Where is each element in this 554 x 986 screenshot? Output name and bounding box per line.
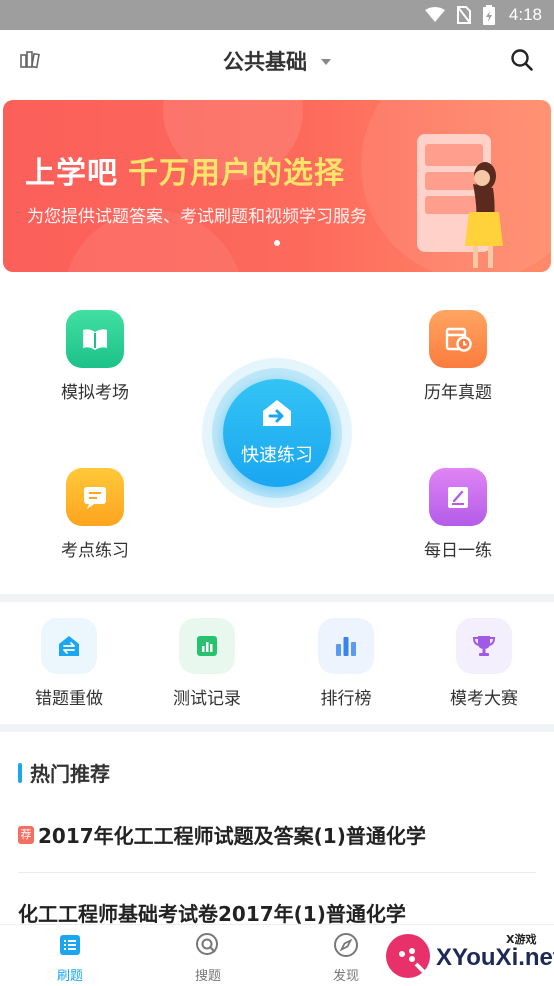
arrow-house-icon <box>259 397 295 433</box>
list-item[interactable]: 荐 2017年化工工程师试题及答案(1)普通化学 <box>18 820 536 849</box>
daily-practice-button[interactable]: 每日一练 <box>393 468 523 561</box>
search-question-icon <box>158 931 258 959</box>
mock-exam-button[interactable]: 模拟考场 <box>30 310 160 403</box>
compass-icon <box>296 931 396 959</box>
tab-search-questions[interactable]: 搜题 <box>158 931 258 984</box>
promo-banner[interactable]: 上学吧 千万用户的选择 为您提供试题答案、考试刷题和视频学习服务 <box>3 100 551 272</box>
tab-discover[interactable]: 发现 <box>296 931 396 984</box>
recommend-tag-icon: 荐 <box>18 825 34 844</box>
past-papers-button[interactable]: 历年真题 <box>393 310 523 403</box>
open-book-icon <box>66 310 124 368</box>
leaderboard-button[interactable]: 排行榜 <box>291 618 401 709</box>
test-records-button[interactable]: 测试记录 <box>152 618 262 709</box>
calendar-clock-icon <box>429 310 487 368</box>
edit-book-icon <box>429 468 487 526</box>
search-icon[interactable] <box>510 48 534 76</box>
status-time: 4:18 <box>508 5 542 24</box>
practice-grid: 模拟考场 历年真题 快速练习 考点练习 每日一练 <box>0 290 554 590</box>
ranking-bars-icon <box>318 618 374 674</box>
no-sim-icon <box>456 6 471 24</box>
battery-icon <box>482 5 495 25</box>
chevron-down-icon <box>321 59 331 65</box>
divider <box>0 594 554 602</box>
redo-mistakes-button[interactable]: 错题重做 <box>14 618 124 709</box>
list-item[interactable]: 化工工程师基础考试卷2017年(1)普通化学 <box>18 898 536 927</box>
study-illustration <box>413 128 523 272</box>
record-chart-icon <box>179 618 235 674</box>
page-title: 公共基础 <box>223 50 307 74</box>
wifi-icon <box>424 7 445 22</box>
tab-practice[interactable]: 刷题 <box>20 931 120 984</box>
trophy-icon <box>456 618 512 674</box>
watermark-logo: X游戏 XYouXi.net <box>384 928 554 986</box>
banner-subtitle: 为您提供试题答案、考试刷题和视频学习服务 <box>27 207 367 227</box>
hot-section-header: 热门推荐 <box>18 758 110 787</box>
quick-practice-button[interactable]: 快速练习 <box>202 358 352 508</box>
top-bar: 公共基础 <box>0 30 554 90</box>
redo-icon <box>41 618 97 674</box>
list-icon <box>20 931 120 959</box>
topic-practice-button[interactable]: 考点练习 <box>30 468 160 561</box>
carousel-indicator[interactable] <box>274 240 280 246</box>
tools-row: 错题重做 测试记录 排行榜 模考大赛 <box>0 606 554 722</box>
banner-headline: 上学吧 千万用户的选择 <box>25 156 345 191</box>
mock-contest-button[interactable]: 模考大赛 <box>429 618 539 709</box>
divider <box>18 872 536 873</box>
divider <box>0 724 554 732</box>
section-title: 热门推荐 <box>30 762 110 786</box>
status-bar: 4:18 <box>0 0 554 30</box>
message-icon <box>66 468 124 526</box>
subject-selector[interactable]: 公共基础 <box>0 46 554 76</box>
